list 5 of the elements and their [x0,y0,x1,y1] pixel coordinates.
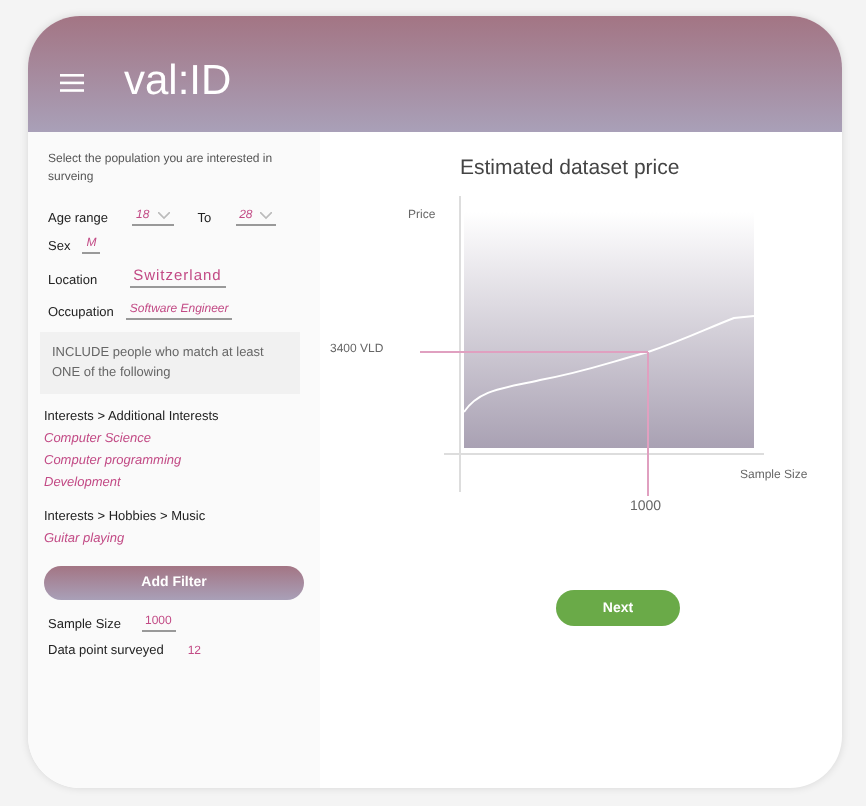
app-title: val:ID [124,58,232,106]
chart-title: Estimated dataset price [460,156,680,180]
caret-icon [157,212,170,221]
menu-icon[interactable] [60,73,84,91]
caret-icon [260,212,273,221]
